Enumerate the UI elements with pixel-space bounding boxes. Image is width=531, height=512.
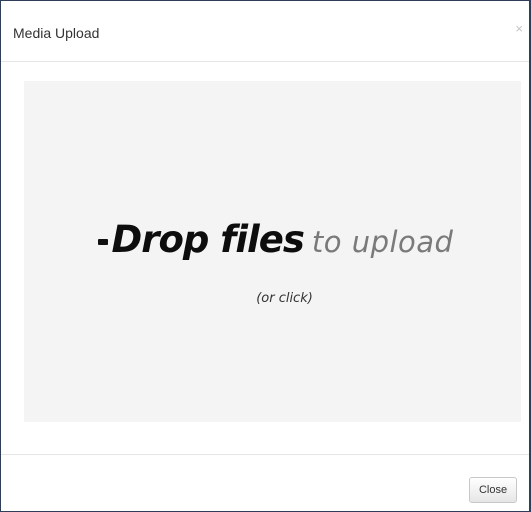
close-icon[interactable]: × <box>515 22 523 35</box>
file-dropzone[interactable]: Drop files to upload (or click) <box>24 81 521 422</box>
modal-body: Drop files to upload (or click) <box>1 62 529 454</box>
modal-footer: Close <box>1 454 529 511</box>
modal-title: Media Upload <box>13 25 100 41</box>
dropzone-headline-light: to upload <box>311 225 454 259</box>
close-button[interactable]: Close <box>469 477 517 503</box>
dropzone-subtext: (or click) <box>256 291 313 306</box>
modal-header: Media Upload × <box>1 1 529 62</box>
dropzone-headline-strong: Drop files <box>111 218 305 261</box>
bullet-icon <box>97 238 108 245</box>
dropzone-headline: Drop files to upload <box>24 218 521 261</box>
media-upload-dialog: Media Upload × Drop files to upload (or c… <box>0 0 531 512</box>
